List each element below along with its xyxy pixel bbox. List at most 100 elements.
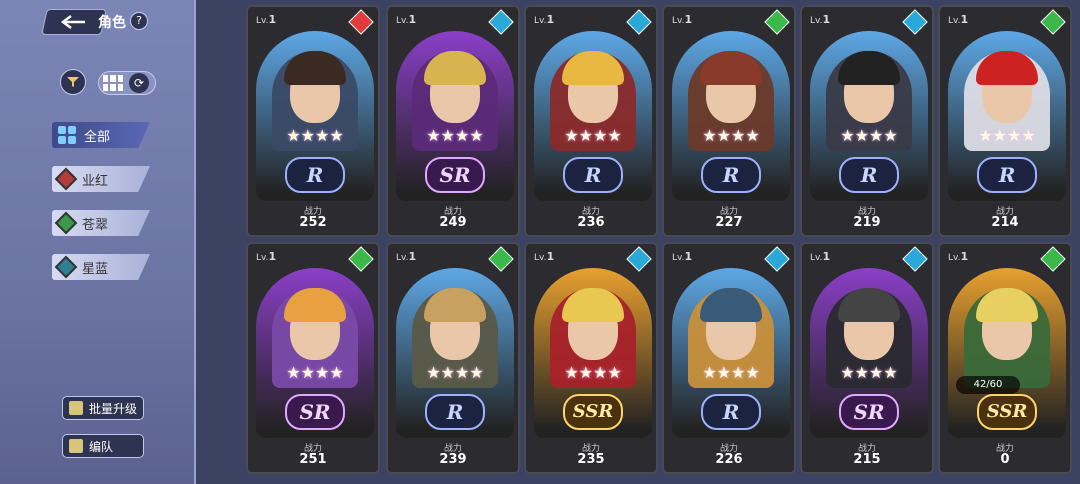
level-value: 1 bbox=[960, 13, 969, 26]
power-value: 235 bbox=[577, 452, 605, 467]
level-badge: Lv.1 bbox=[810, 250, 831, 263]
category-starblue[interactable]: 星蓝 bbox=[52, 254, 150, 280]
level-value: 1 bbox=[546, 250, 555, 263]
level-badge: Lv.1 bbox=[534, 13, 555, 26]
power-value: 215 bbox=[853, 452, 881, 467]
level-value: 1 bbox=[408, 13, 417, 26]
all-icon bbox=[58, 126, 76, 144]
level-badge: Lv.1 bbox=[256, 13, 277, 26]
rarity-badge: SSR bbox=[563, 394, 623, 430]
page-title: 角色 bbox=[98, 15, 126, 31]
rarity-badge: R bbox=[285, 157, 345, 193]
character-card[interactable]: Lv.1 ★★★★ R 战力 252 bbox=[246, 5, 380, 237]
rarity-badge: SR bbox=[425, 157, 485, 193]
element-icon bbox=[1040, 246, 1066, 272]
rarity-badge: SR bbox=[839, 394, 899, 430]
level-value: 1 bbox=[408, 250, 417, 263]
upgrade-icon bbox=[69, 401, 83, 415]
character-card[interactable]: Lv.1 ★★★★ R 战力 219 bbox=[800, 5, 934, 237]
shard-counter: 42/60 bbox=[956, 376, 1020, 394]
batch-upgrade-button[interactable]: 批量升级 bbox=[62, 396, 144, 420]
character-grid: Lv.1 ★★★★ R 战力 252 Lv.1 ★★★★ SR 战力 249 Lv.1 ★★★★ R 战力… bbox=[196, 0, 1080, 484]
level-badge: Lv.1 bbox=[672, 250, 693, 263]
character-card[interactable]: Lv.1 SSR 42/60 战力 0 bbox=[938, 242, 1072, 474]
level-badge: Lv.1 bbox=[672, 13, 693, 26]
level-badge: Lv.1 bbox=[256, 250, 277, 263]
funnel-icon bbox=[67, 77, 79, 87]
element-icon bbox=[902, 9, 928, 35]
power-value: 239 bbox=[439, 452, 467, 467]
power-value: 249 bbox=[439, 215, 467, 230]
level-badge: Lv.1 bbox=[810, 13, 831, 26]
category-all[interactable]: 全部 bbox=[52, 122, 150, 148]
level-badge: Lv.1 bbox=[396, 13, 417, 26]
power-value: 214 bbox=[991, 215, 1019, 230]
element-icon bbox=[626, 246, 652, 272]
category-crimson[interactable]: 业红 bbox=[52, 166, 150, 192]
power-value: 251 bbox=[299, 452, 327, 467]
power-value: 226 bbox=[715, 452, 743, 467]
level-badge: Lv.1 bbox=[534, 250, 555, 263]
power-value: 252 bbox=[299, 215, 327, 230]
starblue-element-icon bbox=[54, 255, 78, 279]
rarity-badge: SR bbox=[285, 394, 345, 430]
category-label: 全部 bbox=[84, 129, 111, 145]
rarity-badge: SSR bbox=[977, 394, 1037, 430]
character-card[interactable]: Lv.1 ★★★★ SR 战力 249 bbox=[386, 5, 520, 237]
help-icon[interactable]: ? bbox=[130, 12, 148, 30]
level-value: 1 bbox=[822, 13, 831, 26]
level-value: 1 bbox=[684, 250, 693, 263]
formation-icon bbox=[69, 439, 83, 453]
character-card[interactable]: Lv.1 ★★★★ R 战力 214 bbox=[938, 5, 1072, 237]
level-value: 1 bbox=[268, 13, 277, 26]
power-value: 236 bbox=[577, 215, 605, 230]
element-icon bbox=[1040, 9, 1066, 35]
level-value: 1 bbox=[960, 250, 969, 263]
level-value: 1 bbox=[268, 250, 277, 263]
power-value: 219 bbox=[853, 215, 881, 230]
element-icon bbox=[488, 9, 514, 35]
element-icon bbox=[764, 246, 790, 272]
verdant-element-icon bbox=[54, 211, 78, 235]
element-icon bbox=[764, 9, 790, 35]
category-label: 业红 bbox=[82, 173, 109, 189]
rarity-badge: R bbox=[839, 157, 899, 193]
character-card[interactable]: Lv.1 ★★★★ SR 战力 251 bbox=[246, 242, 380, 474]
sidebar: 角色 ? ⟳ 全部 业红 苍翠 星蓝 批量升级 编队 bbox=[0, 0, 196, 484]
element-icon bbox=[902, 246, 928, 272]
level-value: 1 bbox=[546, 13, 555, 26]
view-toggle[interactable]: ⟳ bbox=[98, 71, 156, 95]
category-label: 星蓝 bbox=[82, 261, 109, 277]
level-value: 1 bbox=[822, 250, 831, 263]
refresh-icon: ⟳ bbox=[129, 73, 149, 93]
level-badge: Lv.1 bbox=[396, 250, 417, 263]
batch-upgrade-label: 批量升级 bbox=[89, 401, 138, 416]
rarity-badge: R bbox=[425, 394, 485, 430]
power-value: 0 bbox=[1000, 452, 1010, 467]
level-badge: Lv.1 bbox=[948, 250, 969, 263]
crimson-element-icon bbox=[54, 167, 78, 191]
character-card[interactable]: Lv.1 ★★★★ SR 战力 215 bbox=[800, 242, 934, 474]
level-badge: Lv.1 bbox=[948, 13, 969, 26]
rarity-badge: R bbox=[563, 157, 623, 193]
rarity-badge: R bbox=[701, 157, 761, 193]
category-verdant[interactable]: 苍翠 bbox=[52, 210, 150, 236]
character-card[interactable]: Lv.1 ★★★★ R 战力 227 bbox=[662, 5, 796, 237]
rarity-badge: R bbox=[977, 157, 1037, 193]
formation-button[interactable]: 编队 bbox=[62, 434, 144, 458]
character-card[interactable]: Lv.1 ★★★★ R 战力 236 bbox=[524, 5, 658, 237]
character-card[interactable]: Lv.1 ★★★★ R 战力 226 bbox=[662, 242, 796, 474]
grid-icon bbox=[103, 75, 123, 91]
back-button[interactable] bbox=[41, 9, 107, 35]
character-card[interactable]: Lv.1 ★★★★ R 战力 239 bbox=[386, 242, 520, 474]
formation-label: 编队 bbox=[89, 439, 114, 454]
back-arrow-icon bbox=[60, 15, 85, 29]
element-icon bbox=[348, 9, 374, 35]
level-value: 1 bbox=[684, 13, 693, 26]
character-card[interactable]: Lv.1 ★★★★ SSR 战力 235 bbox=[524, 242, 658, 474]
rarity-badge: R bbox=[701, 394, 761, 430]
category-label: 苍翠 bbox=[82, 217, 109, 233]
filter-button[interactable] bbox=[60, 69, 86, 95]
element-icon bbox=[626, 9, 652, 35]
power-value: 227 bbox=[715, 215, 743, 230]
